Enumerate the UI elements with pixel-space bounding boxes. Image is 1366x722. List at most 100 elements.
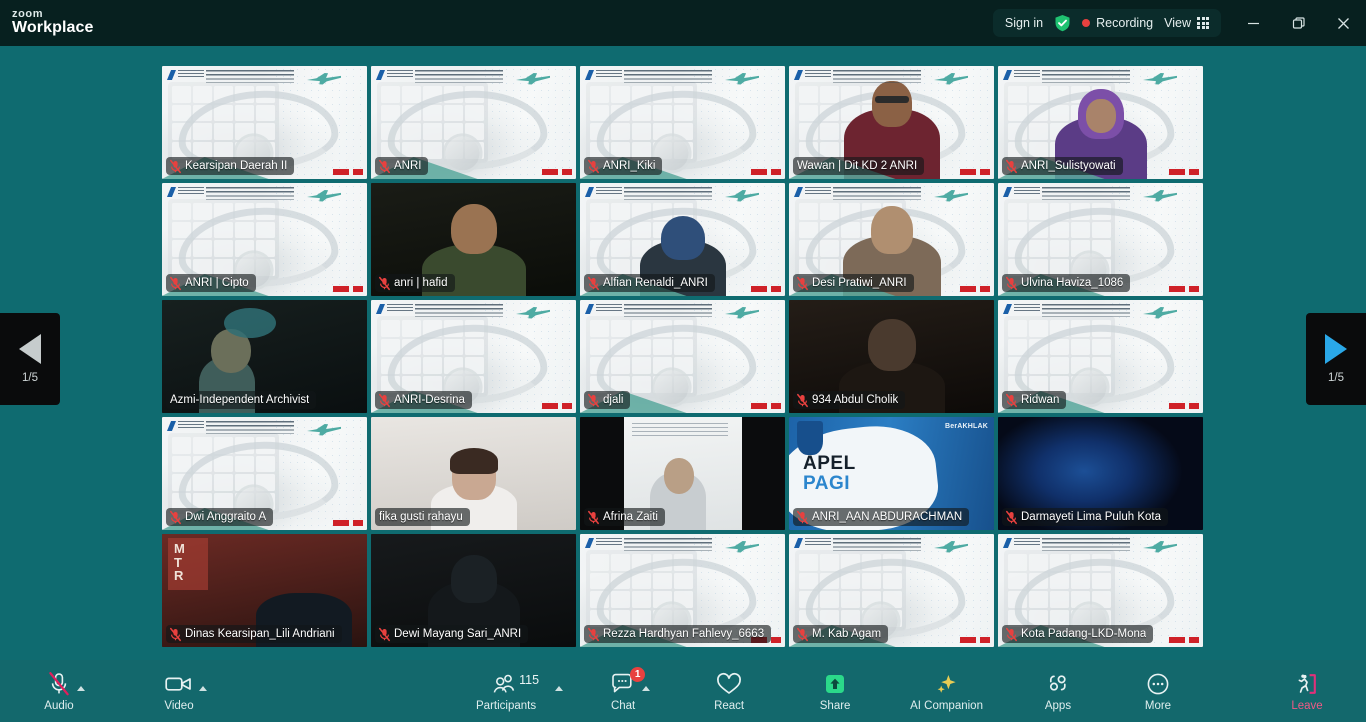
shield-check-icon[interactable] — [1054, 14, 1071, 32]
participant-name-bar: anri | hafid — [375, 274, 455, 292]
video-options-caret-icon[interactable] — [199, 686, 207, 691]
participant-tile[interactable]: Afrina Zaiti — [580, 417, 785, 530]
participant-tile[interactable]: Azmi-Independent Archivist — [162, 300, 367, 413]
slide-title-text — [415, 70, 503, 83]
slide-logo — [1003, 70, 1040, 80]
recording-indicator[interactable]: Recording — [1082, 16, 1153, 30]
participant-tile[interactable]: Dwi Anggraito A — [162, 417, 367, 530]
slide-logo — [167, 187, 204, 197]
react-button[interactable]: React — [700, 660, 758, 722]
slide-partner-logos — [333, 286, 363, 292]
sign-in-button[interactable]: Sign in — [1005, 16, 1043, 30]
apps-icon — [1045, 670, 1071, 698]
microphone-muted-icon — [588, 276, 599, 290]
participant-tile[interactable]: Alfian Renaldi_ANRI — [580, 183, 785, 296]
microphone-muted-icon — [588, 510, 599, 524]
participant-name: Ulvina Haviza_1086 — [1021, 277, 1124, 289]
previous-page-button[interactable]: 1/5 — [0, 313, 60, 405]
ai-companion-button[interactable]: AI Companion — [910, 660, 983, 722]
slide-partner-logos — [960, 169, 990, 175]
audio-button[interactable]: Audio — [30, 660, 88, 722]
restore-button[interactable] — [1276, 0, 1321, 46]
apel-line1: APEL — [803, 453, 856, 474]
next-page-button[interactable]: 1/5 — [1306, 313, 1366, 405]
view-button[interactable]: View — [1164, 16, 1209, 30]
participant-tile[interactable]: fika gusti rahayu — [371, 417, 576, 530]
participant-tile[interactable]: Kearsipan Daerah II — [162, 66, 367, 179]
participant-name-bar: Dinas Kearsipan_Lili Andriani — [166, 625, 342, 643]
audio-options-caret-icon[interactable] — [77, 686, 85, 691]
slide-title-text — [624, 187, 712, 200]
participant-tile[interactable]: 934 Abdul Cholik — [789, 300, 994, 413]
participant-name: Darmayeti Lima Puluh Kota — [1021, 511, 1161, 523]
participant-tile[interactable]: Ridwan — [998, 300, 1203, 413]
minimize-button[interactable] — [1231, 0, 1276, 46]
participant-name-bar: Dwi Anggraito A — [166, 508, 274, 526]
apps-button[interactable]: Apps — [1029, 660, 1087, 722]
participant-tile[interactable]: ANRI — [371, 66, 576, 179]
participant-tile[interactable]: Dewi Mayang Sari_ANRI — [371, 534, 576, 647]
microphone-muted-icon — [588, 627, 599, 641]
participants-count: 115 — [519, 673, 540, 687]
participant-name-bar: Ulvina Haviza_1086 — [1002, 274, 1131, 292]
participants-label: Participants — [476, 700, 537, 712]
slide-title-text — [1042, 304, 1130, 317]
slide-logo — [585, 187, 622, 197]
participant-tile[interactable]: Darmayeti Lima Puluh Kota — [998, 417, 1203, 530]
participant-tile[interactable]: MTR Dinas Kearsipan_Lili Andriani — [162, 534, 367, 647]
participant-tile[interactable]: ANRI_Sulistyowati — [998, 66, 1203, 179]
meeting-toolbar: Audio Video 115 Participants 1 Chat Reac… — [0, 660, 1366, 722]
microphone-muted-icon — [170, 276, 181, 290]
participant-name-bar: 934 Abdul Cholik — [793, 391, 906, 409]
slide-logo — [376, 70, 413, 80]
participant-name-bar: Darmayeti Lima Puluh Kota — [1002, 508, 1168, 526]
participant-name-bar: Azmi-Independent Archivist — [166, 391, 317, 409]
video-button[interactable]: Video — [150, 660, 208, 722]
share-label: Share — [819, 700, 851, 712]
slide-partner-logos — [960, 286, 990, 292]
slide-logo — [585, 70, 622, 80]
participant-tile[interactable]: anri | hafid — [371, 183, 576, 296]
participant-tile[interactable]: Ulvina Haviza_1086 — [998, 183, 1203, 296]
title-bar-controls-pill: Sign in Recording View — [992, 9, 1221, 37]
slide-title-text — [206, 187, 294, 200]
participant-tile[interactable]: M. Kab Agam — [789, 534, 994, 647]
participant-tile[interactable]: Desi Pratiwi_ANRI — [789, 183, 994, 296]
share-button[interactable]: Share — [806, 660, 864, 722]
participants-options-caret-icon[interactable] — [555, 686, 564, 691]
slide-logo — [585, 304, 622, 314]
slide-partner-logos — [542, 403, 572, 409]
close-button[interactable] — [1321, 0, 1366, 46]
participant-tile[interactable]: ANRI_Kiki — [580, 66, 785, 179]
participant-name: Rezza Hardhyan Fahlevy_6663 — [603, 628, 765, 640]
slide-logo — [1003, 538, 1040, 548]
participant-tile[interactable]: ANRI-Desrina — [371, 300, 576, 413]
participant-tile[interactable]: Wawan | Dit KD 2 ANRI — [789, 66, 994, 179]
ellipsis-icon — [1146, 670, 1170, 698]
camera-icon — [165, 670, 207, 698]
participant-tile[interactable]: Rezza Hardhyan Fahlevy_6663 — [580, 534, 785, 647]
participant-tile[interactable]: BerAKHLAK APEL PAGI ANRI_AAN ABDURACHMAN — [789, 417, 994, 530]
slide-logo — [794, 538, 831, 548]
slide-title-text — [833, 538, 921, 551]
more-button[interactable]: More — [1129, 660, 1187, 722]
slide-title-text — [833, 70, 921, 83]
participant-name: ANRI-Desrina — [394, 394, 465, 406]
participant-name-bar: Dewi Mayang Sari_ANRI — [375, 625, 529, 643]
slide-title-text — [206, 70, 294, 83]
participant-name: Ridwan — [1021, 394, 1060, 406]
microphone-muted-icon — [379, 159, 390, 173]
leave-button[interactable]: Leave — [1278, 660, 1336, 722]
participant-tile[interactable]: ANRI | Cipto — [162, 183, 367, 296]
slide-title-text — [833, 187, 921, 200]
participant-tile[interactable]: djali — [580, 300, 785, 413]
participant-name-bar: Alfian Renaldi_ANRI — [584, 274, 715, 292]
chat-options-caret-icon[interactable] — [642, 686, 651, 691]
chat-button[interactable]: 1 Chat — [594, 660, 652, 722]
microphone-muted-icon — [47, 670, 85, 698]
participant-tile[interactable]: Kota Padang-LKD-Mona — [998, 534, 1203, 647]
participants-button[interactable]: 115 Participants — [476, 660, 564, 722]
slide-title-text — [206, 421, 294, 434]
microphone-muted-icon — [1006, 510, 1017, 524]
participant-name: Wawan | Dit KD 2 ANRI — [797, 160, 918, 172]
